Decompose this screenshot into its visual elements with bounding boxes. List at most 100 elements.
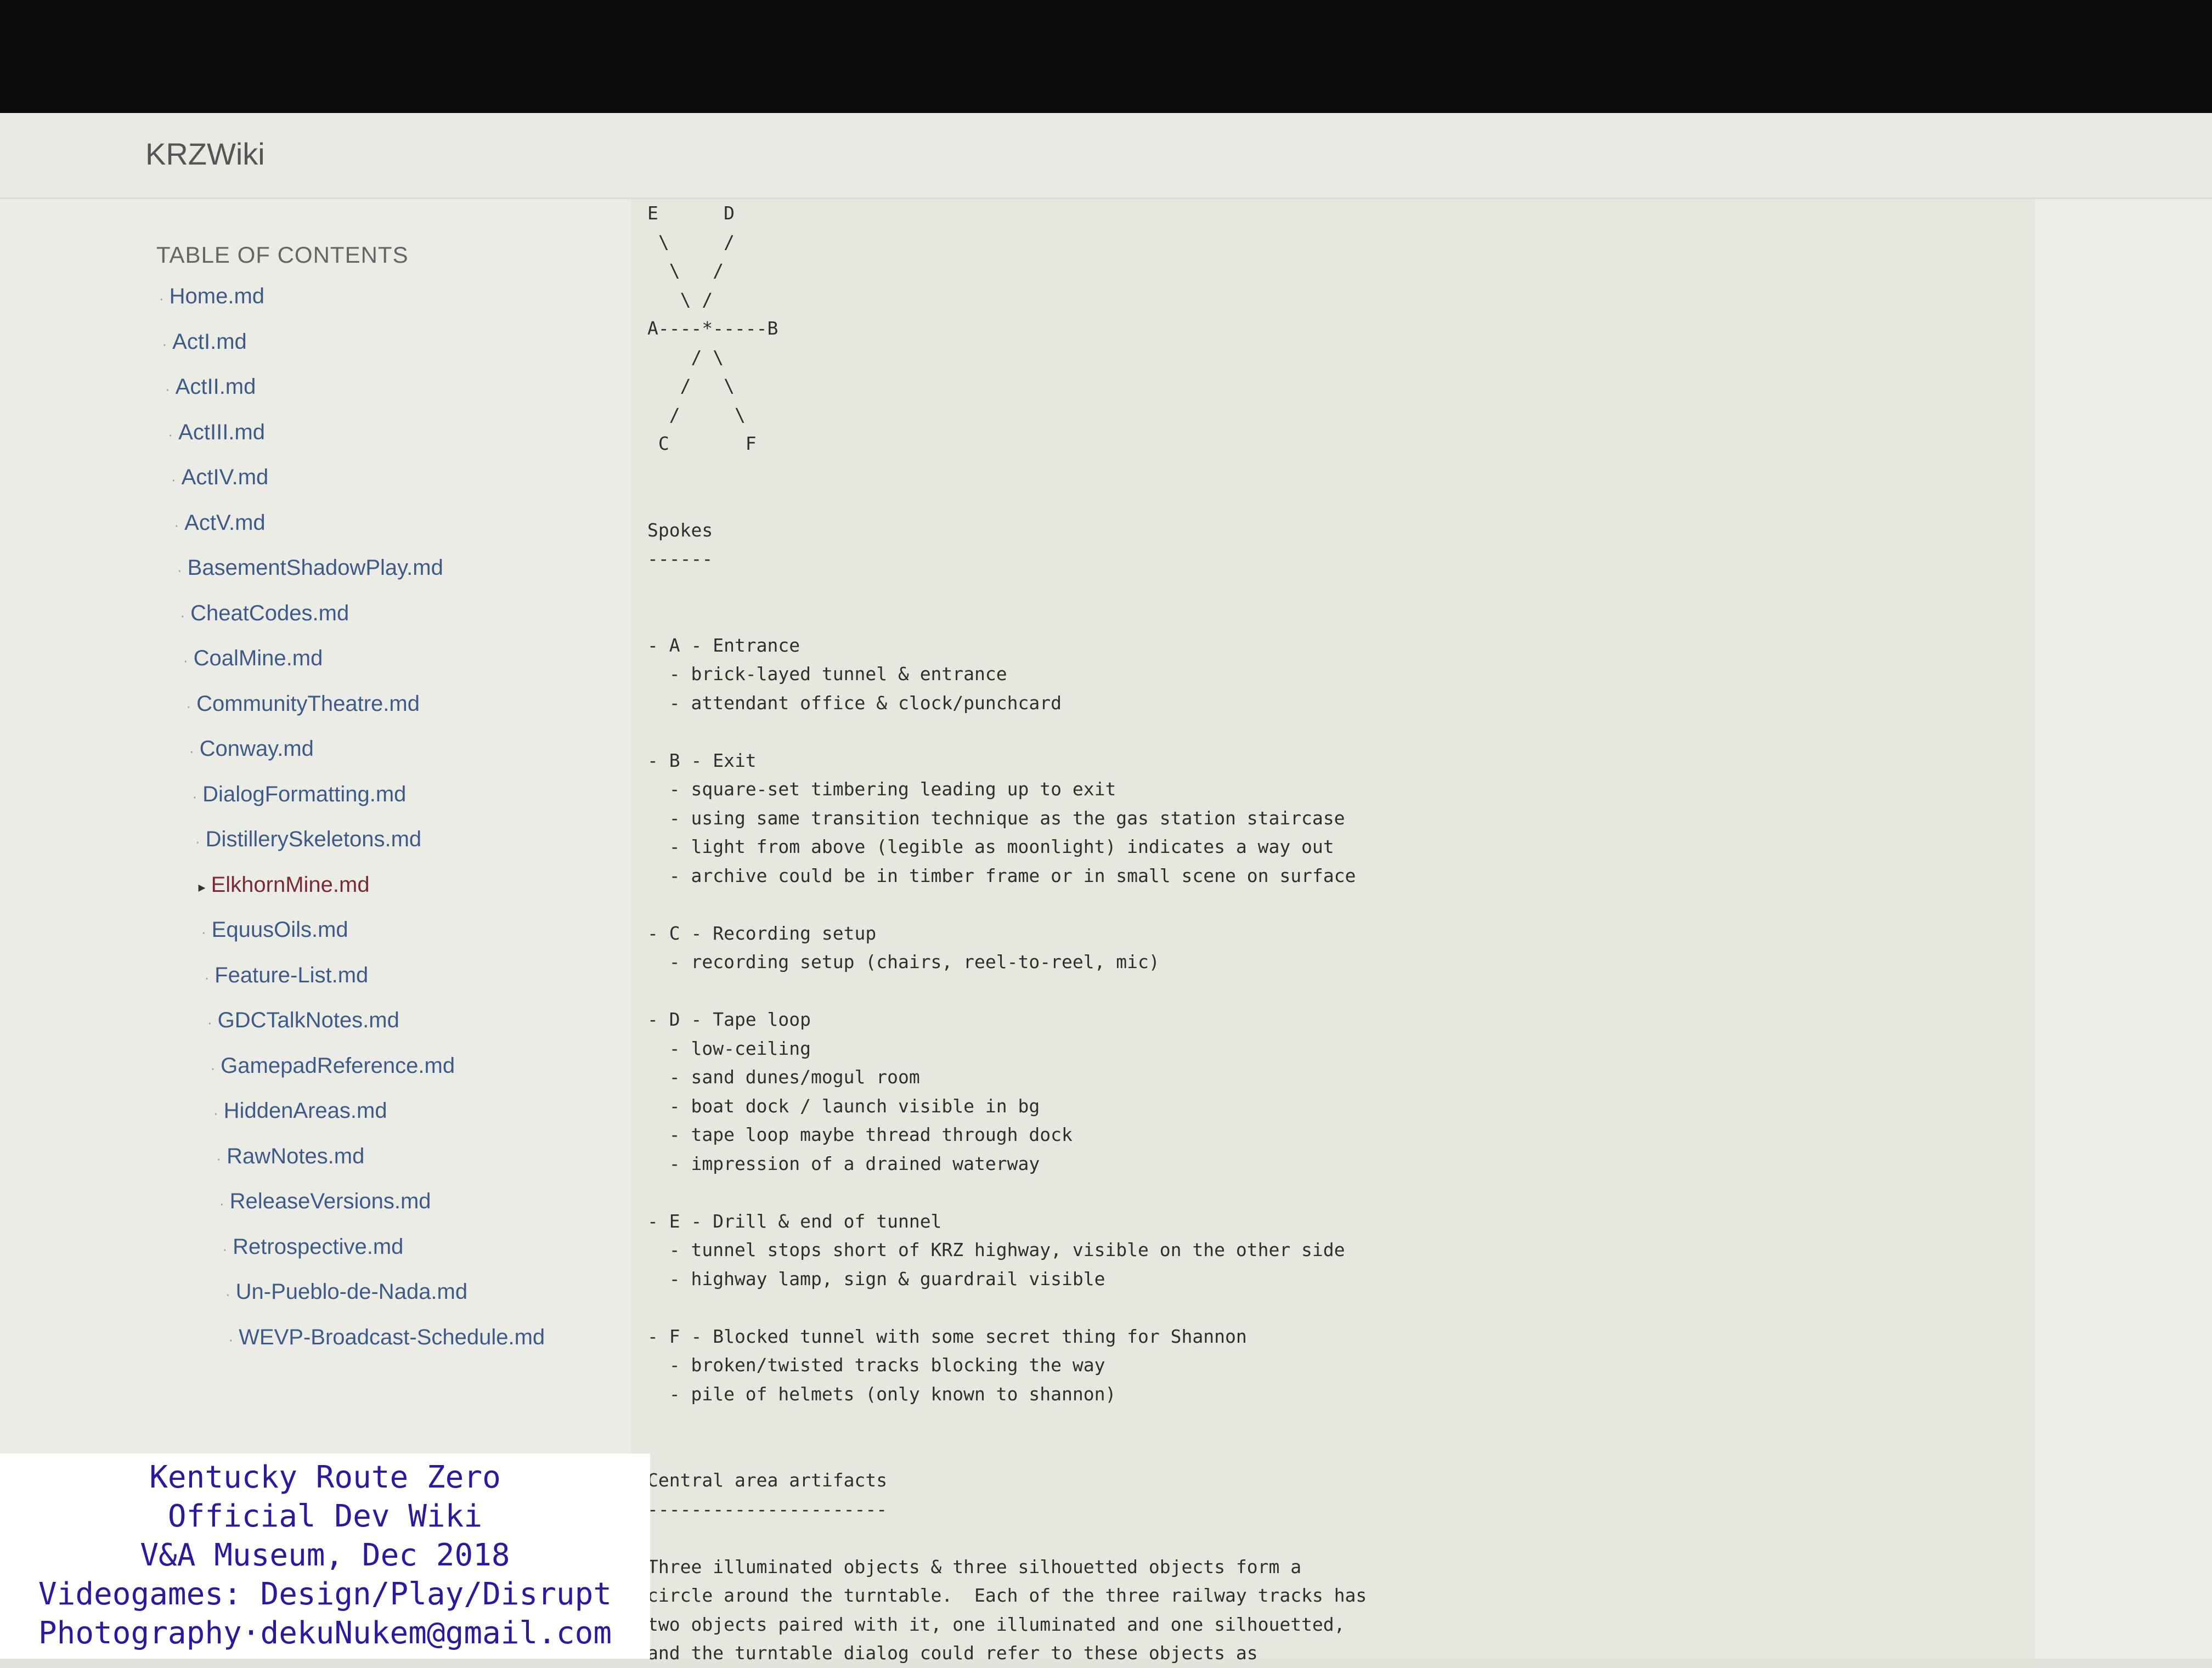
document-line: Three illuminated objects & three silhou… (647, 1556, 1302, 1577)
toc-item[interactable]: · Retrospective.md (159, 1235, 545, 1280)
toc-item-label: ActV.md (184, 510, 266, 535)
document-line: - archive could be in timber frame or in… (647, 864, 1356, 886)
toc-item[interactable]: · GamepadReference.md (159, 1054, 545, 1099)
toc-item[interactable]: · GDCTalkNotes.md (159, 1008, 545, 1054)
document-line: - F - Blocked tunnel with some secret th… (647, 1325, 1247, 1347)
document-line: - D - Tape loop (647, 1009, 811, 1030)
bullet-icon: · (201, 924, 206, 940)
document-line: - impression of a drained waterway (647, 1152, 1040, 1174)
bullet-icon: · (225, 1286, 230, 1302)
toc-item-label: CoalMine.md (193, 646, 323, 670)
document-line: - highway lamp, sign & guardrail visible (647, 1268, 1105, 1290)
bullet-icon: · (183, 652, 188, 669)
watermark-line: V&A Museum, Dec 2018 (140, 1537, 510, 1573)
bullet-icon: · (171, 471, 176, 488)
toc-item[interactable]: · DistillerySkeletons.md (159, 827, 545, 873)
document-line: Central area artifacts (647, 1469, 888, 1491)
toc-title: TABLE OF CONTENTS (156, 242, 409, 268)
toc-item[interactable]: · ActI.md (159, 330, 545, 375)
bullet-icon: · (207, 1014, 212, 1031)
toc-item-label: Conway.md (199, 737, 314, 761)
toc-item[interactable]: · EquusOils.md (159, 918, 545, 963)
document-line: - pile of helmets (only known to shannon… (647, 1383, 1116, 1405)
toc-item-label: GamepadReference.md (221, 1053, 455, 1078)
toc-item[interactable]: · ActIII.md (159, 420, 545, 466)
document-line: - E - Drill & end of tunnel (647, 1210, 942, 1232)
toc-item[interactable]: · HiddenAreas.md (159, 1099, 545, 1144)
document-line: \ / (647, 260, 724, 281)
document-line: two objects paired with it, one illumina… (647, 1613, 1345, 1635)
bullet-icon: · (222, 1240, 228, 1257)
toc-item[interactable]: · ActIV.md (159, 465, 545, 511)
bullet-icon: · (216, 1150, 222, 1167)
site-brand[interactable]: KRZWiki (145, 136, 265, 172)
document-line: / \ (647, 346, 724, 368)
bullet-icon: · (213, 1105, 218, 1121)
bullet-icon: · (162, 335, 167, 352)
bullet-icon: · (177, 562, 182, 578)
bullet-icon: · (228, 1331, 234, 1348)
toc-item[interactable]: · CheatCodes.md (159, 601, 545, 647)
toc-item[interactable]: ▸ ElkhornMine.md (159, 873, 545, 918)
toc-item[interactable]: · ReleaseVersions.md (159, 1189, 545, 1235)
toc-list: · Home.md · ActI.md · ActII.md · ActIII.md · ActI… (159, 284, 545, 1370)
bullet-icon: · (186, 697, 191, 714)
watermark-line: Videogames: Design/Play/Disrupt (38, 1576, 612, 1612)
toc-item-label: Retrospective.md (233, 1234, 404, 1259)
toc-item-label: BasementShadowPlay.md (187, 556, 443, 580)
toc-item-label: ActIII.md (178, 420, 265, 444)
toc-item[interactable]: · RawNotes.md (159, 1144, 545, 1190)
bullet-icon: · (219, 1195, 224, 1212)
toc-item[interactable]: · WEVP-Broadcast-Schedule.md (159, 1325, 545, 1371)
document-line: - low-ceiling (647, 1037, 811, 1059)
document-line: ------ (647, 548, 713, 569)
document-line: - light from above (legible as moonlight… (647, 836, 1334, 857)
document-line: - square-set timbering leading up to exi… (647, 778, 1116, 800)
bullet-icon: · (180, 607, 185, 624)
toc-item-label: Feature-List.md (215, 963, 369, 987)
watermark-line: Kentucky Route Zero (149, 1460, 501, 1495)
document-line: - using same transition technique as the… (647, 807, 1345, 829)
watermark-line: Official Dev Wiki (167, 1499, 483, 1534)
bullet-icon: · (210, 1059, 216, 1076)
document-line: A----*-----B (647, 318, 778, 339)
toc-item-label: DialogFormatting.md (202, 782, 407, 806)
document-line: - sand dunes/mogul room (647, 1066, 920, 1088)
document-line: C F (647, 433, 757, 454)
document-line: - boat dock / launch visible in bg (647, 1095, 1040, 1117)
active-marker-icon: ▸ (198, 878, 206, 895)
toc-item-label: DistillerySkeletons.md (205, 827, 422, 851)
toc-item-label: CheatCodes.md (190, 601, 349, 625)
toc-item[interactable]: · ActV.md (159, 511, 545, 556)
document-line: - tunnel stops short of KRZ highway, vis… (647, 1239, 1345, 1260)
document-line: and the turntable dialog could refer to … (647, 1642, 1258, 1664)
document-line: - tape loop maybe thread through dock (647, 1124, 1073, 1145)
toc-item-label: CommunityTheatre.md (196, 691, 420, 716)
toc-item[interactable]: · BasementShadowPlay.md (159, 556, 545, 601)
toc-item[interactable]: · Feature-List.md (159, 963, 545, 1009)
site-header: KRZWiki (0, 113, 2212, 199)
bullet-icon: · (174, 516, 179, 533)
toc-item[interactable]: · ActII.md (159, 375, 545, 420)
toc-item[interactable]: · Un-Pueblo-de-Nada.md (159, 1280, 545, 1325)
sidebar: TABLE OF CONTENTS · Home.md · ActI.md · ActII… (0, 199, 631, 1659)
document-line: - brick-layed tunnel & entrance (647, 663, 1007, 685)
document-content: E D \ / \ / \ / A----*-----B / \ / \ / \… (631, 199, 2035, 1664)
document-line: - broken/twisted tracks blocking the way (647, 1354, 1105, 1376)
toc-item[interactable]: · CoalMine.md (159, 646, 545, 692)
bullet-icon: · (204, 969, 210, 986)
toc-item-label: GDCTalkNotes.md (217, 1008, 399, 1032)
toc-item[interactable]: · DialogFormatting.md (159, 782, 545, 828)
toc-item-label: Home.md (169, 284, 265, 308)
bullet-icon: · (165, 381, 170, 397)
document-line: \ / (647, 231, 735, 253)
monitor-bezel (0, 0, 2212, 113)
toc-item[interactable]: · Conway.md (159, 737, 545, 782)
toc-item[interactable]: · CommunityTheatre.md (159, 692, 545, 737)
document-body: E D \ / \ / \ / A----*-----B / \ / \ / \… (647, 199, 1367, 1668)
toc-item-label: HiddenAreas.md (223, 1099, 387, 1123)
toc-item[interactable]: · Home.md (159, 284, 545, 330)
document-line: \ / (647, 289, 713, 310)
browser-screen: KRZWiki TABLE OF CONTENTS · Home.md · ActI.… (0, 113, 2212, 1664)
document-line: - C - Recording setup (647, 922, 877, 944)
